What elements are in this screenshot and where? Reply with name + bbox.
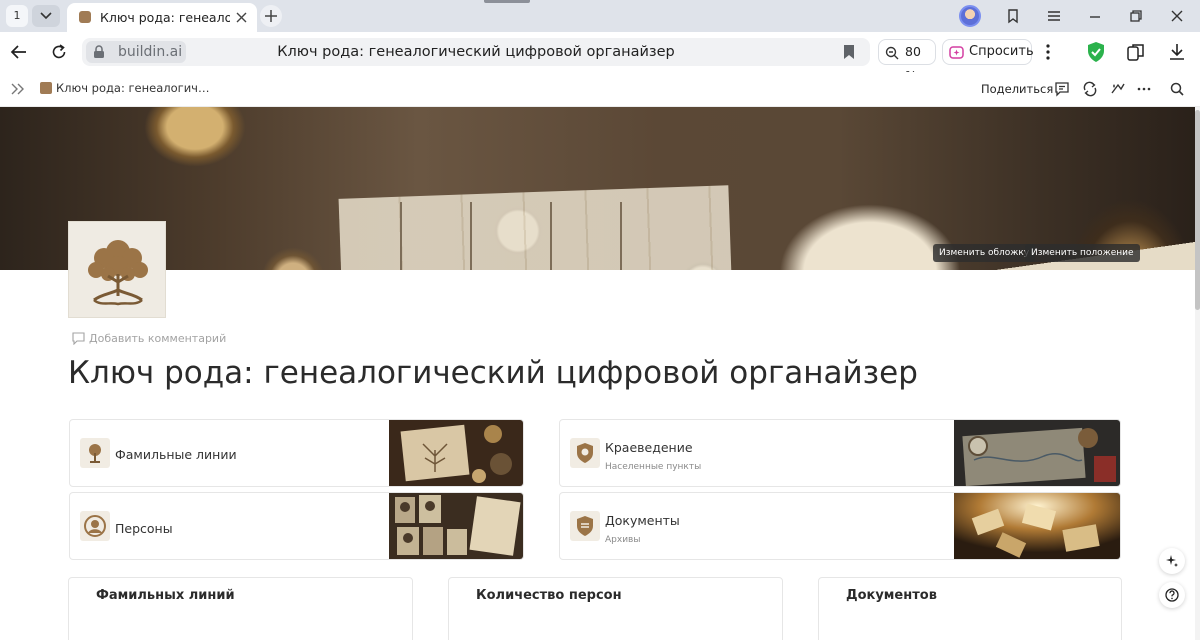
card-subtitle: Населенные пункты: [605, 462, 702, 472]
tab-list-dropdown[interactable]: [32, 5, 60, 27]
more-horizontal-icon[interactable]: [1136, 81, 1152, 97]
menu-icon[interactable]: [1045, 7, 1063, 25]
card-title: Фамильные линии: [115, 447, 237, 462]
card-title: Персоны: [115, 521, 173, 536]
collections-icon[interactable]: [1126, 42, 1146, 62]
sync-icon[interactable]: [1082, 81, 1098, 97]
site-domain: buildin.ai: [118, 44, 183, 60]
ai-assistant-icon[interactable]: [1110, 81, 1126, 97]
lock-icon: [94, 45, 104, 58]
bookmarks-panel-icon[interactable]: [1004, 7, 1022, 25]
breadcrumb[interactable]: Ключ рода: генеалогич…: [56, 81, 209, 95]
cover-tree-sketch: [620, 202, 622, 270]
new-tab-button[interactable]: [260, 5, 282, 27]
cover-tree-sketch: [470, 202, 472, 270]
card-title: Документы: [605, 513, 680, 528]
card-cover-documents-image: [954, 493, 1120, 559]
card-family-lines[interactable]: Фамильные линии: [69, 419, 524, 487]
window-drag-handle[interactable]: [484, 0, 530, 3]
zoom-level-button[interactable]: 80 %: [878, 39, 936, 83]
card-documents[interactable]: Документы Архивы: [559, 492, 1121, 560]
restore-window-icon[interactable]: [1127, 7, 1145, 25]
cover-tree-sketch: [550, 202, 552, 270]
card-cover-map-image: [954, 420, 1120, 486]
help-icon: [1165, 588, 1179, 602]
portrait-emblem-icon: [80, 511, 110, 541]
back-arrow-icon[interactable]: [10, 43, 28, 61]
plus-icon: [265, 10, 277, 22]
cover-tree-sketch: [400, 202, 402, 270]
profile-avatar[interactable]: [959, 5, 981, 27]
more-vertical-icon[interactable]: [1040, 43, 1056, 61]
family-tree-icon: [88, 240, 148, 306]
share-button[interactable]: Поделиться: [981, 82, 1053, 96]
ai-sparkle-icon: [949, 46, 964, 59]
change-cover-button[interactable]: Изменить обложку: [933, 244, 1036, 262]
stat-card-family-lines[interactable]: Фамильных линий: [68, 577, 413, 640]
ai-sparkle-button[interactable]: [1159, 548, 1185, 574]
add-comment-label: Добавить комментарий: [89, 332, 227, 345]
page-title[interactable]: Ключ рода: генеалогический цифровой орга…: [68, 355, 918, 391]
search-icon[interactable]: [1169, 81, 1185, 97]
reload-icon[interactable]: [50, 43, 68, 61]
card-persons[interactable]: Персоны: [69, 492, 524, 560]
browser-toolbar: buildin.ai Ключ рода: генеалогический ци…: [0, 32, 1200, 83]
card-cover-portraits-image: [389, 493, 523, 559]
workspace-header: Ключ рода: генеалогич… Поделиться: [0, 72, 1200, 107]
stat-card-persons-count[interactable]: Количество персон: [448, 577, 783, 640]
bookmark-icon[interactable]: [842, 44, 856, 60]
crest-emblem-icon: [570, 438, 600, 468]
card-title: Краеведение: [605, 440, 693, 455]
tree-page-icon: [40, 82, 52, 94]
active-tab[interactable]: Ключ рода: генеалогический цифровой орга…: [67, 3, 257, 32]
download-icon[interactable]: [1167, 42, 1187, 62]
zoom-out-icon: [885, 46, 899, 60]
card-cover-family-tree-image: [389, 420, 523, 486]
comment-icon[interactable]: [1054, 81, 1070, 97]
page-scrollbar-thumb[interactable]: [1195, 110, 1200, 310]
tab-title: Ключ рода: генеалогический цифровой орга…: [100, 10, 230, 25]
cover-paper-decoration: [338, 185, 732, 270]
ask-ai-button[interactable]: Спросить: [942, 39, 1034, 65]
browser-tab-strip: 1 Ключ рода: генеалогический цифровой ор…: [0, 0, 1200, 32]
card-local-history[interactable]: Краеведение Населенные пункты: [559, 419, 1121, 487]
stat-title: Фамильных линий: [96, 588, 235, 603]
minimize-icon[interactable]: [1086, 7, 1104, 25]
page-icon-tree-logo[interactable]: [68, 221, 166, 318]
ask-ai-label: Спросить: [969, 44, 1034, 59]
close-icon[interactable]: [235, 11, 248, 24]
protect-shield-icon[interactable]: [1085, 41, 1107, 63]
site-info-chip[interactable]: buildin.ai: [86, 41, 186, 63]
tab-counter-button[interactable]: 1: [6, 5, 28, 27]
crest-emblem-icon: [570, 511, 600, 541]
stat-title: Документов: [846, 588, 937, 603]
help-button[interactable]: [1159, 582, 1185, 608]
expand-sidebar-icon[interactable]: [10, 82, 26, 96]
sparkle-icon: [1166, 555, 1178, 567]
stat-title: Количество персон: [476, 588, 622, 603]
change-position-button[interactable]: Изменить положение: [1025, 244, 1140, 262]
tree-favicon-icon: [79, 11, 91, 23]
card-subtitle: Архивы: [605, 535, 641, 545]
stat-card-documents[interactable]: Документов: [818, 577, 1122, 640]
close-window-icon[interactable]: [1168, 7, 1186, 25]
comment-icon: [72, 332, 85, 345]
chevron-down-icon: [40, 12, 52, 20]
tree-emblem-icon: [80, 438, 110, 468]
omnibox-page-title: Ключ рода: генеалогический цифровой орга…: [277, 44, 675, 60]
address-bar[interactable]: buildin.ai Ключ рода: генеалогический ци…: [82, 38, 870, 66]
